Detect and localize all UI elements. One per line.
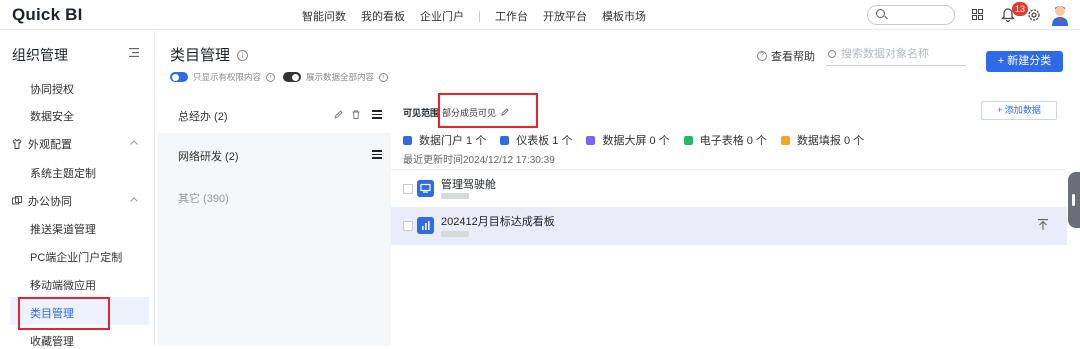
stat-screen: 数据大屏 0 个 [586, 132, 670, 148]
sidebar-item-favorites[interactable]: 收藏管理 [30, 333, 74, 349]
top-bar: Quick BI 智能问数 我的看板 企业门户 工作台 开放平台 模板市场 13 [0, 0, 1080, 30]
page-title: 类目管理 [170, 47, 231, 64]
search-icon [828, 50, 836, 58]
help-link[interactable]: ? 查看帮助 [757, 48, 815, 64]
big-screen-icon [586, 135, 596, 145]
chevron-up-icon[interactable] [130, 140, 138, 145]
nav-item-my-dashboards[interactable]: 我的看板 [361, 8, 405, 24]
list-item[interactable]: 管理驾驶舱 [391, 171, 1067, 209]
add-data-button[interactable]: + 添加数据 [981, 101, 1057, 120]
shirt-icon [12, 139, 22, 149]
top-search-input[interactable] [867, 5, 955, 25]
category-row[interactable]: 其它 (390) [158, 179, 391, 215]
user-avatar[interactable] [1050, 4, 1070, 26]
spreadsheet-icon [683, 135, 693, 145]
item-owner-redacted [441, 231, 469, 237]
chevron-up-icon[interactable] [130, 197, 138, 202]
search-icon [876, 9, 885, 18]
search-placeholder: 搜索数据对象名称 [841, 48, 929, 60]
show-all-toggle[interactable] [283, 72, 302, 82]
sidebar-title: 组织管理 [12, 47, 68, 63]
sidebar-item-pc-portal[interactable]: PC端企业门户定制 [30, 249, 122, 265]
portal-icon [417, 180, 434, 197]
stat-label: 仪表板 1 个 [516, 135, 573, 147]
drag-handle-icon[interactable] [372, 150, 382, 159]
sidebar-group-label: 外观配置 [28, 139, 72, 151]
sidebar-item-data-security[interactable]: 数据安全 [30, 108, 74, 124]
delete-icon[interactable] [352, 110, 360, 119]
sidebar-item-push-channel[interactable]: 推送渠道管理 [30, 221, 96, 237]
stat-label: 数据门户 1 个 [419, 135, 487, 147]
nav-item-portal[interactable]: 企业门户 [420, 8, 464, 24]
toggle-bar: 只显示有权限内容 i 展示数据全部内容 i [170, 71, 389, 83]
dashboard-icon [500, 135, 510, 145]
category-name: 网络研发 (2) [178, 151, 239, 163]
divider [391, 169, 1067, 170]
item-checkbox[interactable] [403, 221, 413, 231]
form-icon [780, 135, 790, 145]
notification-badge: 13 [1012, 2, 1029, 16]
stat-spreadsheet: 电子表格 0 个 [683, 132, 767, 148]
collapse-sidebar-icon[interactable] [129, 48, 139, 57]
object-stats: 数据门户 1 个 仪表板 1 个 数据大屏 0 个 电子表格 0 个 数据填报 … [403, 132, 878, 148]
annotation-box [18, 297, 110, 330]
portal-icon [403, 135, 412, 145]
list-item[interactable]: 202412月目标达成看板 [391, 207, 1067, 245]
dashboard-icon [417, 217, 434, 234]
sidebar-item-collab-auth[interactable]: 协同授权 [30, 81, 74, 97]
item-checkbox[interactable] [403, 184, 413, 194]
item-owner-redacted [441, 193, 469, 199]
app-logo[interactable]: Quick BI [12, 5, 83, 25]
sidebar-item-mobile-app[interactable]: 移动端微应用 [30, 277, 96, 293]
help-label: 查看帮助 [771, 51, 815, 63]
help-icon: ? [757, 51, 767, 61]
office-icon [12, 196, 22, 205]
stat-label: 电子表格 0 个 [699, 135, 767, 147]
sidebar: 组织管理 协同授权 数据安全 外观配置 系统主题定制 办公协同 推送渠道管理 P… [0, 31, 155, 349]
stat-dashboard: 仪表板 1 个 [500, 132, 572, 148]
stat-label: 数据大屏 0 个 [602, 135, 670, 147]
nav-item-open-platform[interactable]: 开放平台 [543, 8, 587, 24]
nav-item-workbench[interactable]: 工作台 [495, 8, 528, 24]
info-icon[interactable]: i [379, 72, 389, 82]
apps-grid-icon[interactable] [972, 9, 983, 20]
category-row[interactable]: 网络研发 (2) [158, 137, 391, 173]
stat-portal: 数据门户 1 个 [403, 132, 486, 148]
nav-divider [479, 10, 480, 22]
drag-handle-icon[interactable] [372, 110, 382, 119]
item-name: 202412月目标达成看板 [441, 216, 555, 228]
sidebar-group-office[interactable]: 办公协同 [12, 193, 72, 209]
annotation-box [438, 93, 538, 128]
toggle-label: 展示数据全部内容 [306, 72, 375, 82]
category-list: 总经办 (2) 网络研发 (2) 其它 (390) [158, 97, 391, 346]
info-icon[interactable]: i [237, 50, 248, 61]
stat-label: 数据填报 0 个 [796, 135, 865, 147]
sidebar-group-label: 办公协同 [28, 196, 72, 208]
stat-form: 数据填报 0 个 [780, 132, 865, 148]
nav-item-smart-query[interactable]: 智能问数 [302, 8, 346, 24]
new-category-button[interactable]: + 新建分类 [986, 51, 1063, 72]
category-name: 其它 (390) [178, 193, 229, 205]
sidebar-item-theme[interactable]: 系统主题定制 [30, 165, 96, 181]
gear-icon[interactable] [1027, 8, 1041, 22]
sidebar-group-appearance[interactable]: 外观配置 [12, 136, 72, 152]
last-updated: 最近更新时间2024/12/12 17:30:39 [403, 155, 555, 166]
item-name: 管理驾驶舱 [441, 179, 496, 191]
object-search-input[interactable]: 搜索数据对象名称 [826, 44, 966, 66]
category-row[interactable]: 总经办 (2) [158, 97, 391, 133]
visibility-label: 可见范围 [403, 108, 440, 118]
category-name: 总经办 (2) [178, 111, 228, 123]
nav-item-template-market[interactable]: 模板市场 [602, 8, 646, 24]
pin-to-top-icon[interactable] [1038, 219, 1048, 230]
info-icon[interactable]: i [266, 72, 276, 82]
side-drawer-handle[interactable] [1068, 172, 1080, 228]
show-permitted-toggle[interactable] [170, 72, 188, 82]
toggle-label: 只显示有权限内容 [193, 72, 262, 82]
top-nav: 智能问数 我的看板 企业门户 工作台 开放平台 模板市场 [302, 8, 661, 24]
edit-icon[interactable] [334, 110, 343, 119]
